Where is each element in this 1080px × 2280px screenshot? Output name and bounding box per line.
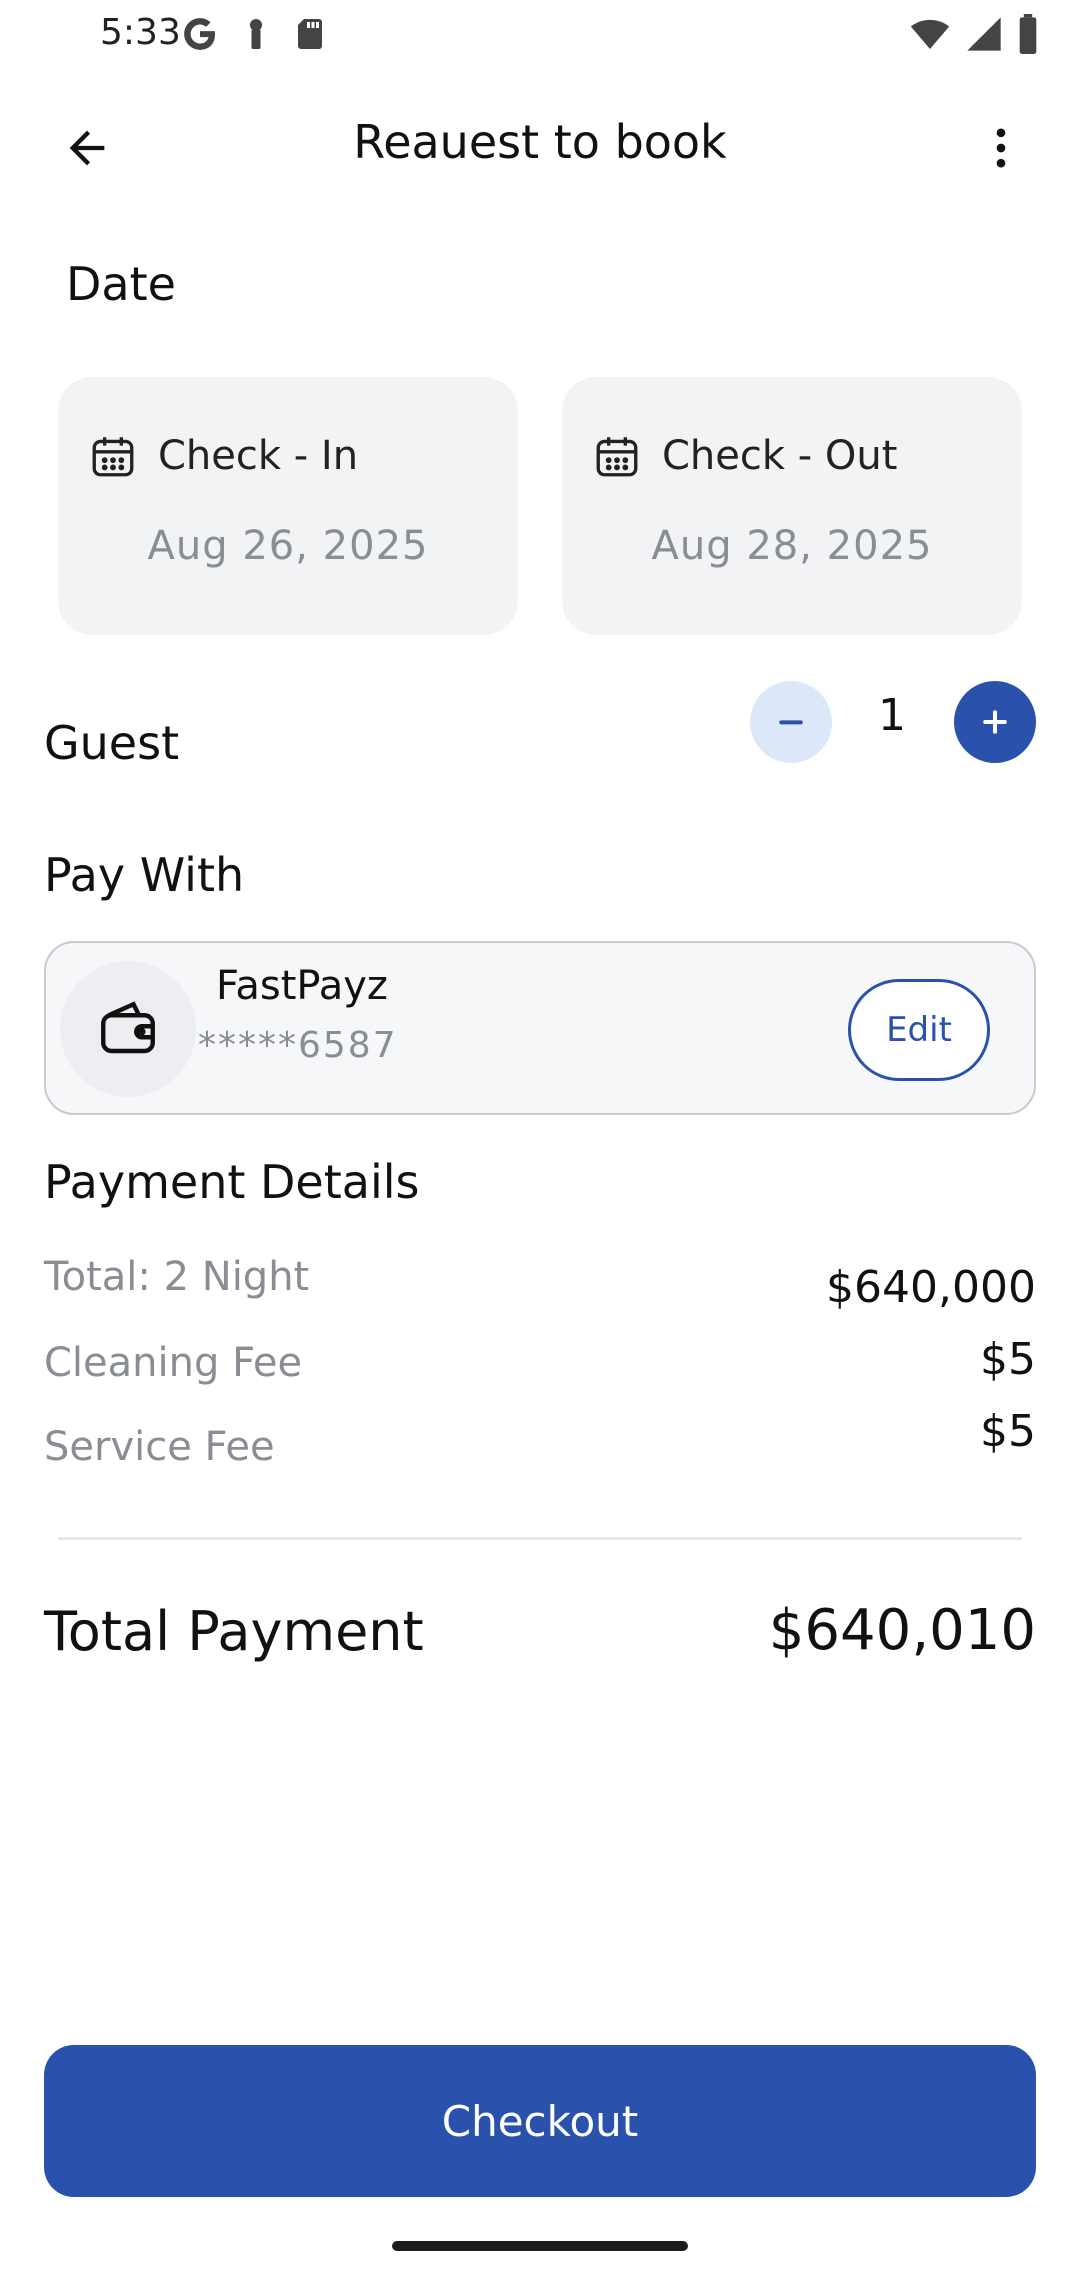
nights-label: Total: 2 Night bbox=[44, 1254, 310, 1300]
check-in-label: Check - In bbox=[158, 433, 359, 479]
service-fee-label: Service Fee bbox=[44, 1424, 275, 1470]
app-bar: Reauest to book bbox=[0, 95, 1080, 195]
status-left-icons bbox=[180, 14, 328, 54]
edit-payment-button[interactable]: Edit bbox=[848, 979, 990, 1081]
date-section-title: Date bbox=[66, 257, 176, 311]
divider bbox=[58, 1537, 1022, 1540]
check-out-card[interactable]: Check - Out Aug 28, 2025 bbox=[562, 377, 1022, 635]
cleaning-fee-label: Cleaning Fee bbox=[44, 1340, 303, 1386]
total-payment-label: Total Payment bbox=[44, 1600, 424, 1663]
key-icon bbox=[250, 19, 262, 49]
wallet-icon bbox=[101, 1001, 155, 1054]
more-vert-icon bbox=[996, 128, 1006, 168]
wifi-icon bbox=[910, 19, 950, 49]
check-in-row: Check - In bbox=[88, 431, 358, 481]
sd-card-icon bbox=[298, 19, 322, 49]
check-in-card[interactable]: Check - In Aug 26, 2025 bbox=[58, 377, 518, 635]
battery-icon bbox=[1019, 14, 1037, 54]
check-in-date: Aug 26, 2025 bbox=[147, 523, 429, 569]
total-payment-value: $640,010 bbox=[768, 1598, 1036, 1663]
checkout-button[interactable]: Checkout bbox=[44, 2045, 1036, 2197]
status-bar: 5:33 bbox=[0, 0, 1080, 70]
guest-title: Guest bbox=[44, 716, 180, 770]
payment-method-name: FastPayz bbox=[216, 963, 388, 1009]
page-title: Reauest to book bbox=[353, 115, 727, 169]
payment-masked-number: *****6587 bbox=[198, 1025, 398, 1066]
check-out-label: Check - Out bbox=[662, 433, 898, 479]
check-out-row: Check - Out bbox=[592, 431, 897, 481]
service-fee-value: $5 bbox=[980, 1406, 1036, 1457]
payment-details-title: Payment Details bbox=[44, 1155, 420, 1209]
guest-count: 1 bbox=[878, 690, 906, 741]
pay-with-title: Pay With bbox=[44, 848, 245, 902]
more-options-button[interactable] bbox=[966, 113, 1036, 183]
status-time: 5:33 bbox=[100, 12, 181, 53]
increase-guest-button[interactable] bbox=[954, 681, 1036, 763]
calendar-icon bbox=[596, 437, 638, 477]
decrease-guest-button[interactable] bbox=[750, 681, 832, 763]
signal-icon bbox=[967, 17, 1001, 51]
cleaning-fee-value: $5 bbox=[980, 1334, 1036, 1385]
status-right-icons bbox=[908, 14, 1040, 54]
minus-icon bbox=[779, 720, 803, 725]
nights-value: $640,000 bbox=[826, 1262, 1036, 1313]
wallet-avatar bbox=[60, 961, 196, 1097]
google-icon bbox=[184, 18, 215, 50]
plus-icon bbox=[983, 710, 1007, 734]
home-indicator[interactable] bbox=[392, 2241, 688, 2251]
calendar-icon bbox=[92, 437, 134, 477]
payment-method-card: FastPayz *****6587 Edit bbox=[44, 941, 1036, 1115]
check-out-date: Aug 28, 2025 bbox=[651, 523, 933, 569]
